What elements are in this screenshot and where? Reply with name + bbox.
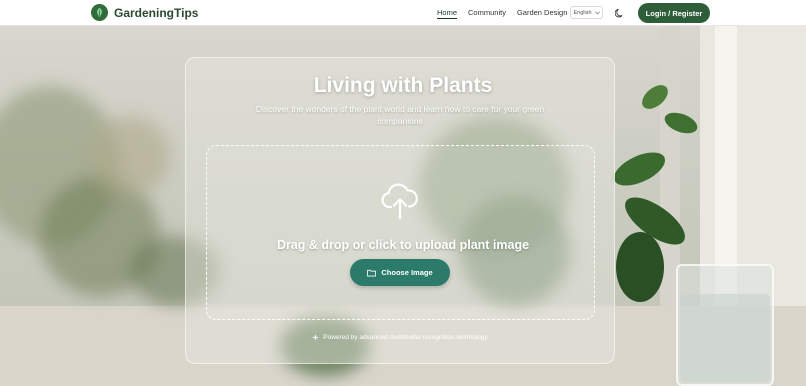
hero-subtitle: Discover the wonders of the plant world … [255,104,545,126]
upload-prompt: Drag & drop or click to upload plant ima… [276,238,530,252]
leaf-logo-icon [91,4,108,21]
main-nav: Home Community Garden Design [437,7,567,19]
powered-by-note: Powered by advanced multimodal recogniti… [0,334,800,341]
hero-title: Living with Plants [313,74,493,97]
brand[interactable]: GardeningTips [91,4,198,21]
nav-home[interactable]: Home [437,7,458,19]
language-select[interactable]: English [570,6,603,19]
cloud-upload-icon [381,183,418,220]
choose-image-button[interactable]: Choose Image [350,259,450,286]
upload-dropzone[interactable] [206,145,595,320]
chevron-down-icon [594,10,600,14]
top-navbar: GardeningTips Home Community Garden Desi… [0,0,806,26]
brand-name: GardeningTips [114,5,199,20]
sparkle-icon [312,334,320,341]
choose-image-label: Choose Image [381,268,433,277]
login-register-button[interactable]: Login / Register [638,3,710,23]
language-value: English [573,9,592,16]
folder-icon [367,269,377,276]
powered-by-text: Powered by advanced multimodal recogniti… [323,334,488,341]
nav-garden-design[interactable]: Garden Design [517,7,567,19]
nav-community[interactable]: Community [468,7,506,19]
moon-icon[interactable] [615,8,625,18]
